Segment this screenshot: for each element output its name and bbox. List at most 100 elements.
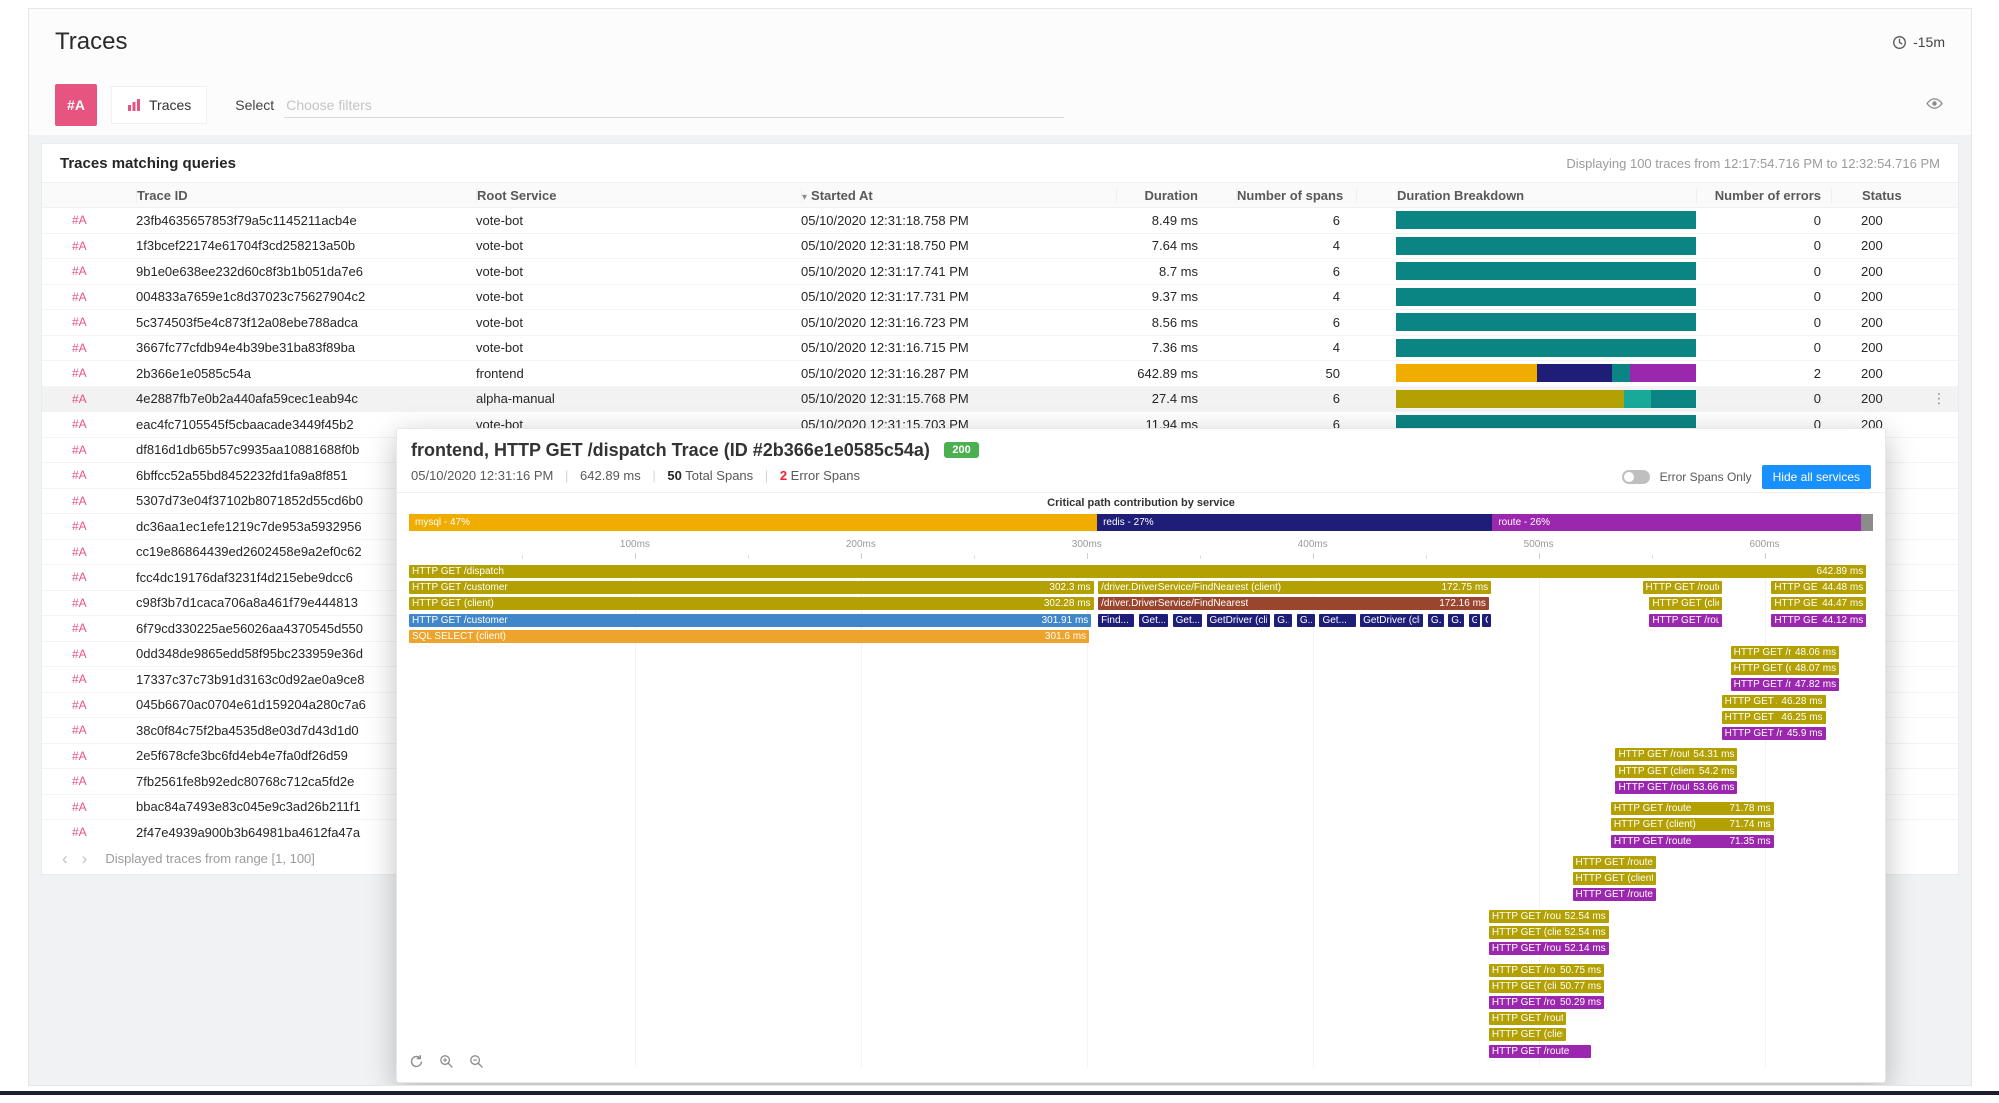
trace-span-bar[interactable]: GetDriver (client)	[1360, 614, 1423, 627]
trace-span-bar[interactable]: HTTP GET (client)46.25 ms	[1722, 711, 1826, 724]
table-row[interactable]: #A 004833a7659e1c8d37023c75627904c2 vote…	[42, 285, 1958, 311]
error-spans-only-toggle[interactable]	[1622, 470, 1650, 484]
trace-span-bar[interactable]: /driver.DriverService/FindNearest172.16 …	[1098, 597, 1489, 610]
trace-span-bar[interactable]: HTTP GET /route44.12 ms	[1771, 614, 1866, 627]
reset-view-button[interactable]	[409, 1054, 424, 1072]
trace-span-bar[interactable]: HTTP GET (client)50.77 ms	[1489, 980, 1604, 993]
trace-tag: #A	[72, 392, 136, 406]
trace-span-bar[interactable]: G...	[1448, 614, 1464, 627]
tab-traces[interactable]: Traces	[111, 86, 207, 124]
table-row[interactable]: #A 23fb4635657853f79a5c1145211acb4e vote…	[42, 208, 1958, 234]
trace-span-bar[interactable]: HTTP GET (client)48.07 ms	[1731, 662, 1839, 675]
col-number-of-spans[interactable]: Number of spans	[1236, 188, 1356, 203]
trace-span-bar[interactable]: HTTP GET (client)44.47 ms	[1771, 597, 1866, 610]
trace-span-bar[interactable]: HTTP GET /route46.28 ms	[1722, 695, 1826, 708]
col-trace-id[interactable]: Trace ID	[136, 188, 476, 203]
trace-span-bar[interactable]: HTTP GET /route	[1573, 888, 1657, 901]
trace-span-bar[interactable]: HTTP GET (client)	[1489, 1028, 1566, 1041]
table-row[interactable]: #A 2b366e1e0585c54a frontend 05/10/2020 …	[42, 361, 1958, 387]
next-page-button[interactable]: ›	[78, 850, 92, 867]
table-row[interactable]: #A 3667fc77cfdb94e4b39be31ba83f89ba vote…	[42, 336, 1958, 362]
table-row[interactable]: #A 9b1e0e638ee232d60c8f3b1b051da7e6 vote…	[42, 259, 1958, 285]
query-tag-badge[interactable]: #A	[55, 84, 97, 126]
row-actions-kebab[interactable]: ⋮	[1921, 390, 1957, 407]
trace-span-bar[interactable]: HTTP GET (client)	[1649, 597, 1721, 610]
trace-span-bar[interactable]: HTTP GET /route50.75 ms	[1489, 964, 1604, 977]
trace-span-bar[interactable]: HTTP GET /dispatch642.89 ms	[409, 565, 1866, 578]
trace-span-bar[interactable]: HTTP GET /route50.29 ms	[1489, 996, 1604, 1009]
trace-span-bar[interactable]: HTTP GET /route71.78 ms	[1611, 802, 1774, 815]
trace-span-bar[interactable]: HTTP GET /route53.66 ms	[1615, 781, 1737, 794]
trace-span-bar[interactable]: HTTP GET /route47.82 ms	[1731, 678, 1839, 691]
zoom-in-button[interactable]	[439, 1054, 454, 1072]
duration-cell: 8.7 ms	[1116, 264, 1236, 279]
table-row[interactable]: #A 5c374503f5e4c873f12a08ebe788adca vote…	[42, 310, 1958, 336]
trace-span-bar[interactable]: Get...	[1139, 614, 1168, 627]
col-started-at[interactable]: ▾Started At	[801, 188, 1116, 203]
trace-span-bar[interactable]: GetDri...	[1469, 614, 1480, 627]
gantt-grid-line	[1765, 565, 1766, 1067]
trace-span-bar[interactable]: Get...	[1173, 614, 1202, 627]
table-row[interactable]: #A 1f3bcef22174e61704f3cd258213a50b vote…	[42, 234, 1958, 260]
trace-span-bar[interactable]: Find...	[1098, 614, 1134, 627]
root-service-cell: vote-bot	[476, 289, 801, 304]
status-cell: 200	[1831, 264, 1921, 279]
trace-tag: #A	[72, 800, 136, 814]
trace-span-bar[interactable]: HTTP GET /route48.06 ms	[1731, 646, 1839, 659]
trace-span-bar[interactable]: HTTP GET /route52.54 ms	[1489, 910, 1609, 923]
col-number-of-errors[interactable]: Number of errors	[1696, 188, 1831, 203]
trace-span-bar[interactable]: G...	[1274, 614, 1292, 627]
trace-id-cell: 004833a7659e1c8d37023c75627904c2	[136, 289, 476, 304]
trace-span-bar[interactable]: SQL SELECT (client)301.6 ms	[409, 630, 1089, 643]
filter-input[interactable]	[284, 93, 1064, 118]
trace-span-bar[interactable]: GetDriver (client)	[1207, 614, 1270, 627]
error-spans-only-label: Error Spans Only	[1660, 470, 1752, 484]
trace-span-bar[interactable]: G...	[1297, 614, 1315, 627]
trace-span-bar[interactable]: HTTP GET /route54.31 ms	[1615, 748, 1737, 761]
duration-breakdown-bar	[1396, 237, 1696, 255]
trace-id-cell: 1f3bcef22174e61704f3cd258213a50b	[136, 238, 476, 253]
breakdown-cell	[1356, 364, 1696, 382]
hide-all-services-button[interactable]: Hide all services	[1762, 465, 1871, 489]
trace-span-bar[interactable]: HTTP GET /route	[1489, 1012, 1566, 1025]
trace-span-bar[interactable]: G...	[1428, 614, 1444, 627]
trace-span-bar[interactable]: HTTP GET (client)52.54 ms	[1489, 926, 1609, 939]
duration-cell: 642.89 ms	[1116, 366, 1236, 381]
trace-span-bar[interactable]: HTTP GET /route	[1489, 1045, 1591, 1058]
trace-span-bar[interactable]: HTTP GET /route	[1649, 614, 1721, 627]
trace-span-bar[interactable]: Get...	[1319, 614, 1355, 627]
visibility-toggle-button[interactable]	[1924, 93, 1945, 117]
trace-span-bar[interactable]: HTTP GET /route	[1643, 581, 1722, 594]
col-root-service[interactable]: Root Service	[476, 188, 801, 203]
trace-tag: #A	[72, 570, 136, 584]
trace-span-bar[interactable]: HTTP GET /route44.48 ms	[1771, 581, 1866, 594]
trace-span-bar[interactable]: HTTP GET (client)302.28 ms	[409, 597, 1094, 610]
timeline-tick-mark-minor	[1200, 555, 1201, 559]
trace-span-bar[interactable]: HTTP GET (client)71.74 ms	[1611, 818, 1774, 831]
trace-span-bar[interactable]: HTTP GET /customer302.3 ms	[409, 581, 1094, 594]
time-range-selector[interactable]: -15m	[1892, 34, 1945, 50]
prev-page-button[interactable]: ‹	[58, 850, 72, 867]
trace-span-bar[interactable]: HTTP GET (client)	[1573, 872, 1657, 885]
trace-span-bar[interactable]: HTTP GET /route	[1573, 856, 1657, 869]
duration-breakdown-segment	[1396, 313, 1696, 331]
errors-count-cell: 0	[1696, 315, 1831, 330]
spans-count-cell: 50	[1236, 366, 1356, 381]
trace-span-bar[interactable]: HTTP GET /route71.35 ms	[1611, 835, 1774, 848]
zoom-out-button[interactable]	[469, 1054, 484, 1072]
trace-span-bar[interactable]: HTTP GET /customer301.91 ms	[409, 614, 1091, 627]
col-duration[interactable]: Duration	[1116, 188, 1236, 203]
spans-count-cell: 6	[1236, 213, 1356, 228]
trace-span-bar[interactable]: /driver.DriverService/FindNearest (clien…	[1098, 581, 1491, 594]
trace-span-bar[interactable]: HTTP GET (client)54.2 ms	[1615, 765, 1737, 778]
trace-span-bar[interactable]: HTTP GET /route45.9 ms	[1722, 727, 1826, 740]
breakdown-cell	[1356, 237, 1696, 255]
eye-icon	[1926, 95, 1943, 112]
window-bottom-edge	[0, 1091, 1999, 1095]
status-cell: 200	[1831, 315, 1921, 330]
trace-span-bar[interactable]: HTTP GET /route52.14 ms	[1489, 942, 1609, 955]
col-duration-breakdown[interactable]: Duration Breakdown	[1356, 188, 1696, 203]
table-row[interactable]: #A 4e2887fb7e0b2a440afa59cec1eab94c alph…	[42, 387, 1958, 413]
col-status[interactable]: Status	[1831, 188, 1921, 203]
trace-span-bar[interactable]: GetD...	[1482, 614, 1491, 627]
